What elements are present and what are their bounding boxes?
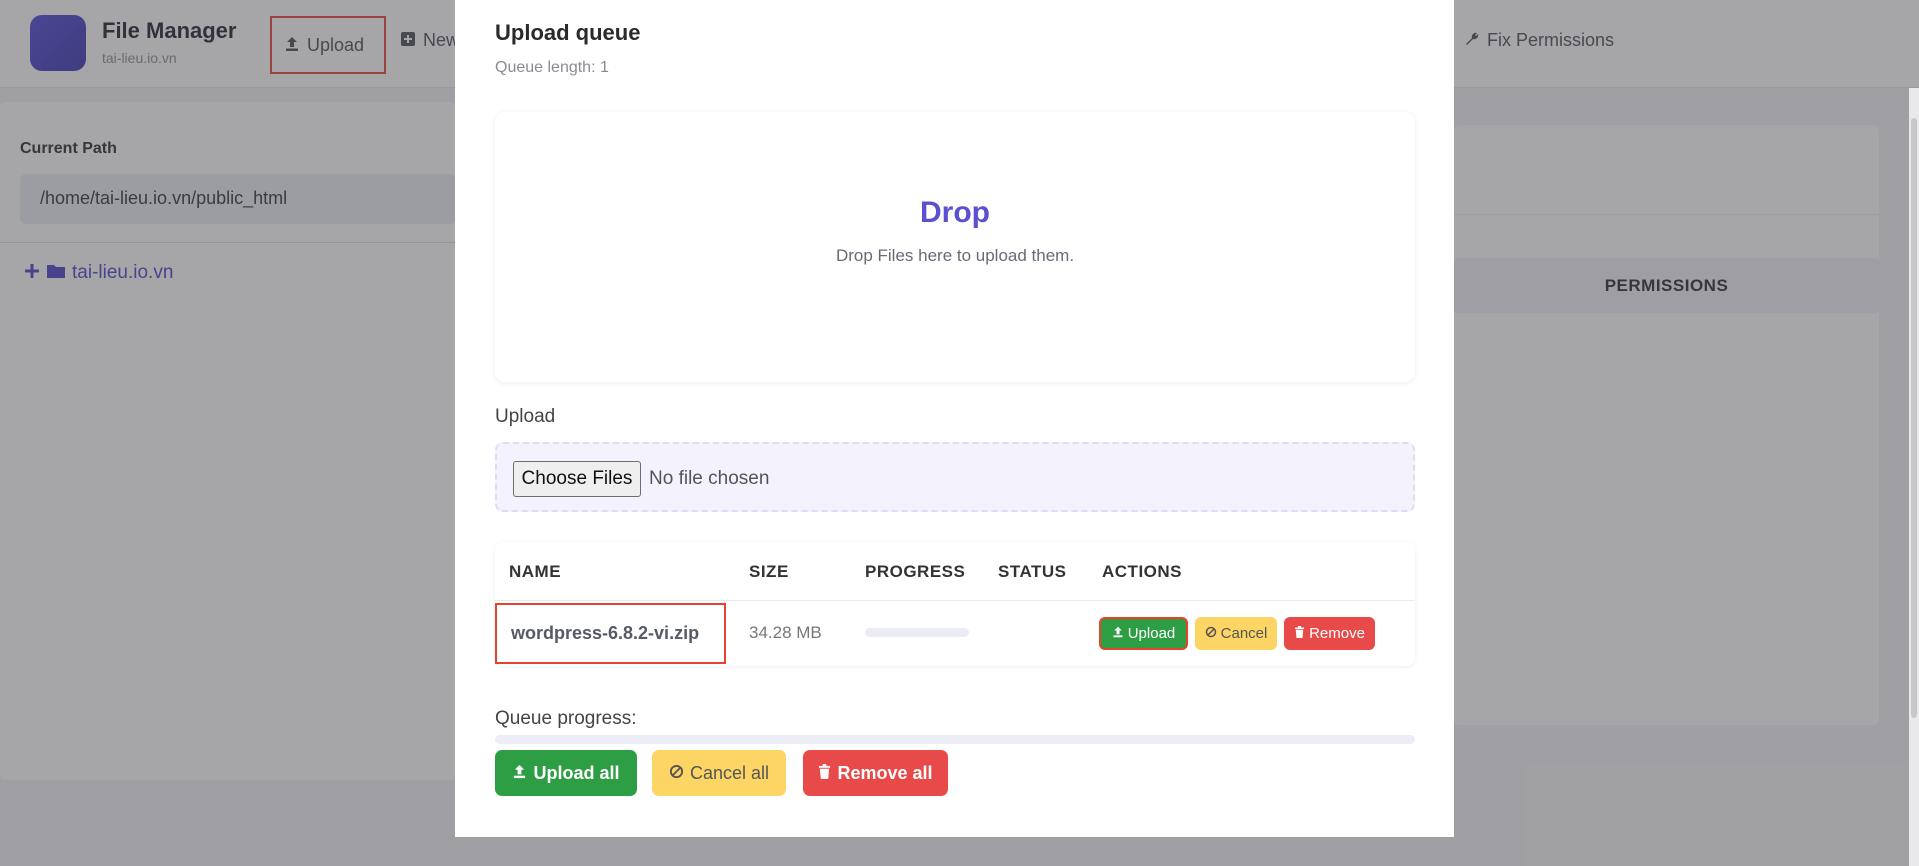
upload-all-label: Upload all <box>533 762 620 783</box>
file-size-cell: 34.28 MB <box>749 623 822 642</box>
remove-all-label: Remove all <box>837 762 933 783</box>
file-progress-bar <box>865 628 969 637</box>
column-header-status: STATUS <box>998 562 1067 581</box>
upload-icon <box>1112 626 1124 641</box>
upload-all-button[interactable]: Upload all <box>495 750 637 796</box>
trash-icon <box>818 764 831 782</box>
row-remove-label: Remove <box>1309 625 1365 642</box>
ban-icon <box>1205 626 1217 641</box>
upload-field-label: Upload <box>495 406 556 427</box>
remove-all-button[interactable]: Remove all <box>803 750 948 796</box>
column-header-actions: ACTIONS <box>1102 562 1182 581</box>
file-name-cell: wordpress-6.8.2-vi.zip <box>495 603 726 664</box>
queue-progress-bar <box>495 735 1415 744</box>
queue-length: Queue length: 1 <box>495 59 609 76</box>
scrollbar-thumb[interactable] <box>1911 118 1917 718</box>
table-header-divider <box>495 600 1415 601</box>
page-scrollbar[interactable] <box>1909 88 1919 866</box>
column-header-name: NAME <box>509 562 562 581</box>
drop-zone-title: Drop <box>920 196 990 229</box>
row-upload-button[interactable]: Upload <box>1099 617 1188 650</box>
cancel-all-button[interactable]: Cancel all <box>652 750 786 796</box>
row-cancel-label: Cancel <box>1220 625 1268 642</box>
upload-queue-table: NAME SIZE PROGRESS STATUS ACTIONS wordpr… <box>495 542 1415 666</box>
row-remove-button[interactable]: Remove <box>1284 617 1375 650</box>
file-input-area: Choose Files No file chosen <box>495 442 1415 512</box>
choose-files-button[interactable]: Choose Files <box>513 461 641 497</box>
column-header-size: SIZE <box>749 562 789 581</box>
drop-zone-subtitle: Drop Files here to upload them. <box>835 246 1075 265</box>
column-header-progress: PROGRESS <box>865 562 966 581</box>
cancel-all-label: Cancel all <box>689 762 770 783</box>
upload-icon <box>512 764 527 782</box>
modal-title: Upload queue <box>495 20 641 45</box>
row-cancel-button[interactable]: Cancel <box>1195 617 1277 650</box>
queue-progress-label: Queue progress: <box>495 708 637 729</box>
upload-queue-modal: Upload queue Queue length: 1 Drop Drop F… <box>455 0 1454 837</box>
drop-zone[interactable]: Drop Drop Files here to upload them. <box>495 112 1415 382</box>
file-input-status: No file chosen <box>649 468 770 489</box>
row-upload-label: Upload <box>1127 625 1176 642</box>
ban-icon <box>669 764 684 782</box>
trash-icon <box>1294 626 1305 641</box>
